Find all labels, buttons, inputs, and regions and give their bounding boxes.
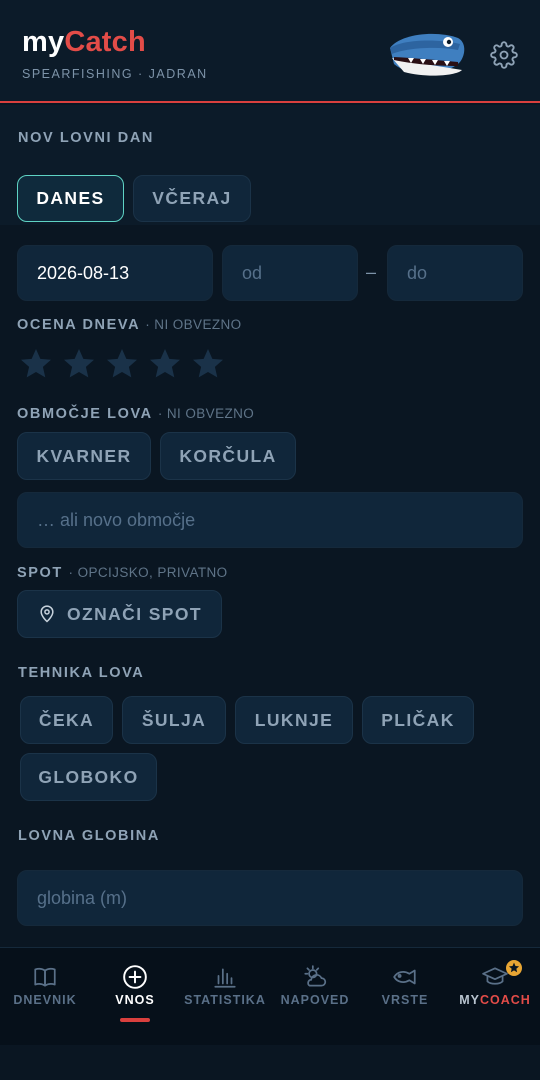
nav-forecast[interactable]: NAPOVED (270, 948, 360, 1046)
mark-spot-label: OZNAČI SPOT (67, 603, 202, 624)
nav-diary-label: DNEVNIK (13, 993, 77, 1007)
nav-entry[interactable]: VNOS (90, 948, 180, 1046)
nav-statistics-label: STATISTIKA (184, 993, 266, 1007)
app-logo: myCatch (22, 26, 146, 59)
star-icon[interactable] (147, 346, 183, 382)
coach-badge-icon (506, 960, 522, 976)
nav-diary[interactable]: DNEVNIK (0, 948, 90, 1046)
star-icon[interactable] (18, 346, 54, 382)
nav-mycoach-label: MYCOACH (450, 993, 540, 1007)
mark-spot-button[interactable]: OZNAČI SPOT (17, 590, 222, 638)
graduation-cap-icon (482, 967, 508, 985)
nav-statistics[interactable]: STATISTIKA (180, 948, 270, 1046)
star-icon[interactable] (190, 346, 226, 382)
depth-input[interactable]: globina (m) (17, 870, 523, 926)
nav-mycoach[interactable]: MYCOACH (450, 948, 540, 1046)
fish-mascot-icon (390, 33, 465, 76)
nav-species-label: VRSTE (381, 993, 429, 1007)
new-area-input[interactable]: … ali novo območje (17, 492, 523, 548)
tab-today[interactable]: DANES (17, 175, 124, 222)
date-field[interactable]: 2026-08-13 (17, 245, 213, 301)
star-rating (18, 346, 226, 382)
settings-gear-icon[interactable] (490, 41, 518, 69)
rating-label-text: OCENA DNEVA (17, 317, 140, 333)
nav-species[interactable]: VRSTE (360, 948, 450, 1046)
technique-label: TEHNIKA LOVA (18, 665, 145, 681)
weather-icon (304, 965, 327, 987)
technique-chip-globoko[interactable]: GLOBOKO (20, 753, 157, 801)
time-to-field[interactable]: do (387, 245, 523, 301)
spot-optional-note: · OPCIJSKO, PRIVATNO (68, 565, 228, 580)
area-chip-korcula[interactable]: KORČULA (160, 432, 296, 480)
technique-chip-sulja[interactable]: ŠULJA (122, 696, 226, 744)
area-label-text: OBMOČJE LOVA (17, 406, 153, 422)
nav-mycoach-my: MY (459, 993, 480, 1007)
app-header: myCatch SPEARFISHING · JADRAN (0, 0, 540, 103)
book-icon (34, 967, 56, 987)
spot-label-text: SPOT (17, 565, 63, 581)
nav-entry-label: VNOS (115, 993, 155, 1007)
plus-circle-icon (123, 965, 147, 989)
area-chip-kvarner[interactable]: KVARNER (17, 432, 151, 480)
star-icon[interactable] (61, 346, 97, 382)
app-subtitle: SPEARFISHING · JADRAN (22, 67, 208, 81)
fish-icon (393, 969, 416, 985)
technique-chip-plicak[interactable]: PLIČAK (362, 696, 474, 744)
tab-yesterday[interactable]: VČERAJ (133, 175, 251, 222)
rating-optional-note: · NI OBVEZNO (145, 317, 242, 332)
brand-my: my (22, 26, 65, 58)
technique-chip-ceka[interactable]: ČEKA (20, 696, 113, 744)
star-icon[interactable] (104, 346, 140, 382)
nav-mycoach-coach: COACH (479, 993, 531, 1007)
time-from-field[interactable]: od (222, 245, 358, 301)
depth-label: LOVNA GLOBINA (18, 828, 160, 844)
map-pin-icon (40, 605, 54, 623)
rating-label: OCENA DNEVA · NI OBVEZNO (17, 317, 242, 333)
active-tab-indicator (120, 1018, 150, 1022)
nav-forecast-label: NAPOVED (280, 993, 350, 1007)
technique-chip-luknje[interactable]: LUKNJE (235, 696, 353, 744)
spot-label: SPOT · OPCIJSKO, PRIVATNO (17, 565, 228, 581)
new-day-title: NOV LOVNI DAN (18, 130, 154, 146)
bar-chart-icon (214, 968, 236, 988)
bottom-navigation: DNEVNIK VNOS STATISTIKA NAPOVED VRSTE MY… (0, 947, 540, 1045)
brand-catch: Catch (64, 26, 146, 58)
bottom-safe-area (0, 1045, 540, 1080)
area-label: OBMOČJE LOVA · NI OBVEZNO (17, 406, 254, 422)
area-optional-note: · NI OBVEZNO (157, 406, 255, 421)
time-separator: – (366, 262, 377, 282)
